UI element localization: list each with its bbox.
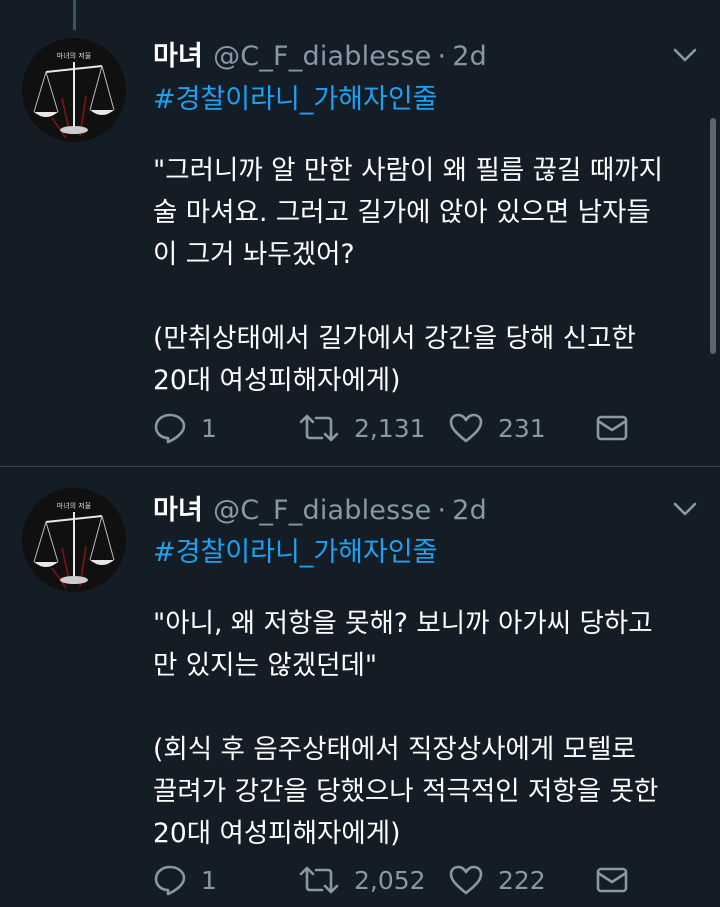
avatar[interactable]: 마녀의 저울 bbox=[22, 488, 126, 592]
separator-dot: · bbox=[437, 495, 447, 526]
retweet-count: 2,052 bbox=[354, 865, 426, 895]
display-name[interactable]: 마녀 bbox=[153, 488, 203, 527]
timestamp[interactable]: 2d bbox=[452, 495, 487, 526]
tweet-context: (회식 후 음주상태에서 직장상사에게 모텔로 끌려가 강간을 당했으나 적극적… bbox=[153, 734, 659, 849]
tweet-header: 마녀 @C_F_diablesse · 2d bbox=[153, 488, 487, 528]
envelope-icon bbox=[596, 867, 628, 893]
avatar-logo-text: 마녀의 저울 bbox=[57, 501, 92, 510]
heart-icon bbox=[449, 865, 483, 895]
chevron-down-icon[interactable] bbox=[672, 500, 698, 518]
reply-button[interactable]: 1 bbox=[153, 864, 217, 896]
retweet-button[interactable]: 2,052 bbox=[298, 865, 426, 895]
tweet-quote: "아니, 왜 저항을 못해? 보니까 아가씨 당하고 만 있지는 않겠던데" bbox=[153, 608, 653, 681]
like-button[interactable]: 222 bbox=[448, 864, 546, 896]
action-bar: 1 2,052 222 bbox=[153, 860, 633, 900]
tweet-divider bbox=[0, 466, 720, 467]
like-count: 222 bbox=[498, 865, 546, 895]
reply-count: 1 bbox=[201, 865, 217, 895]
hashtag-link[interactable]: #경찰이라니_가해자인줄 bbox=[153, 530, 438, 569]
tweet-text: "아니, 왜 저항을 못해? 보니까 아가씨 당하고 만 있지는 않겠던데" (… bbox=[153, 603, 693, 855]
scales-of-justice-icon: 마녀의 저울 bbox=[22, 488, 126, 592]
user-handle[interactable]: @C_F_diablesse bbox=[213, 495, 431, 526]
reply-icon bbox=[154, 865, 186, 896]
tweet[interactable]: 마녀의 저울 마녀 @C_F_diablesse · 2d #경찰이라니_가해자… bbox=[0, 0, 720, 896]
direct-message-button[interactable] bbox=[595, 866, 629, 894]
retweet-icon bbox=[299, 866, 339, 894]
